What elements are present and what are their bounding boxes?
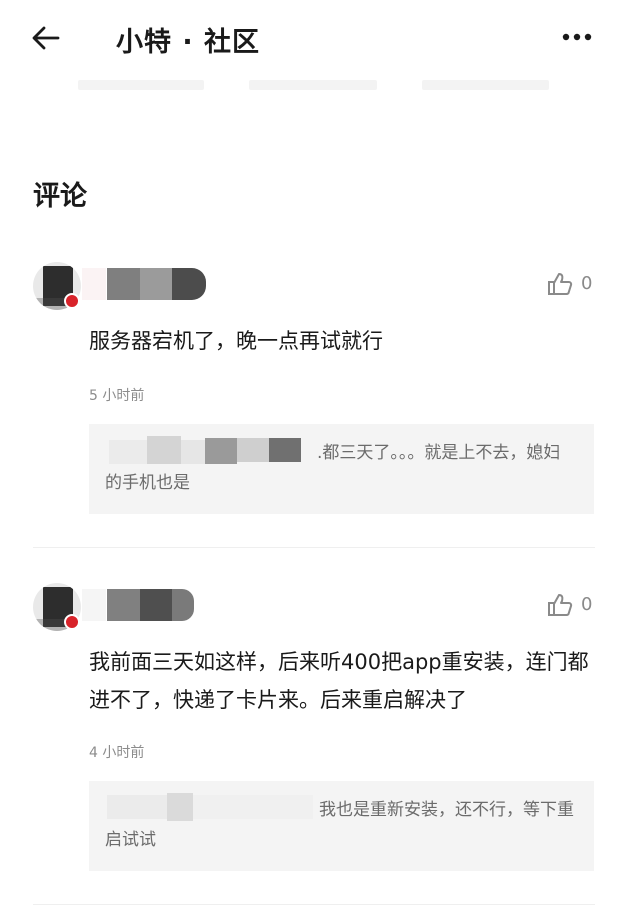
thumbs-up-icon [548,273,573,295]
page-title: 小特 · 社区 [116,27,261,58]
like-count: 0 [581,273,593,294]
username-blurred[interactable] [82,589,194,621]
comment-text: 服务器宕机了，晚一点再试就行 [89,329,383,353]
more-button[interactable] [560,23,594,51]
divider [33,904,595,905]
section-title: 评论 [33,181,87,212]
like-count: 0 [581,594,593,615]
thumbs-up-icon [548,594,573,616]
reply-text: 我也是重新安装，还不行，等下重启试试 [105,800,574,850]
reply-box[interactable]: 我也是重新安装，还不行，等下重启试试 [89,781,594,871]
comment-text: 我前面三天如这样，后来听400把app重安装，连门都进不了，快递了卡片来。后来重… [89,650,589,712]
comment-time: 5 小时前 [89,388,145,404]
placeholder-tab[interactable] [249,80,377,90]
arrow-left-icon [32,26,60,50]
more-horizontal-icon [562,33,592,41]
level-badge [64,614,80,630]
level-badge [64,293,80,309]
placeholder-tab[interactable] [422,80,549,90]
username-blurred[interactable] [82,268,206,300]
back-button[interactable] [30,22,62,54]
top-bar: 小特 · 社区 [0,0,623,78]
comment-time: 4 小时前 [89,745,145,761]
reply-text: .都三天了。。。就是上不去，媳妇的手机也是 [105,443,561,493]
like-button[interactable]: 0 [547,270,597,300]
placeholder-tab[interactable] [78,80,204,90]
reply-box[interactable]: .都三天了。。。就是上不去，媳妇的手机也是 [89,424,594,514]
divider [33,547,595,548]
like-button[interactable]: 0 [547,591,597,621]
